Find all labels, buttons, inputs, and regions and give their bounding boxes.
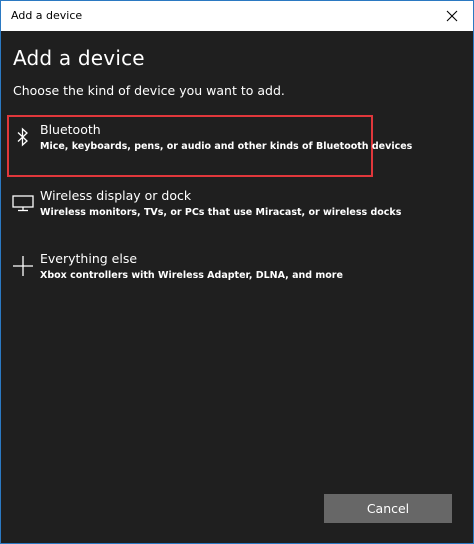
option-everything-else[interactable]: Everything else Xbox controllers with Wi… — [7, 244, 373, 306]
close-button[interactable] — [437, 4, 467, 28]
option-wireless-display[interactable]: Wireless display or dock Wireless monito… — [7, 181, 401, 243]
monitor-icon — [11, 191, 35, 215]
option-wireless-display-label: Wireless display or dock — [40, 188, 192, 203]
option-bluetooth-description: Mice, keyboards, pens, or audio and othe… — [40, 141, 413, 152]
option-bluetooth[interactable]: Bluetooth Mice, keyboards, pens, or audi… — [7, 115, 412, 177]
option-bluetooth-label: Bluetooth — [40, 122, 101, 137]
title-bar: Add a device — [1, 1, 473, 31]
plus-icon — [11, 254, 35, 278]
dialog-content: Add a device Choose the kind of device y… — [1, 31, 473, 543]
option-everything-else-description: Xbox controllers with Wireless Adapter, … — [40, 270, 343, 281]
close-icon — [446, 10, 458, 22]
option-everything-else-label: Everything else — [40, 251, 138, 266]
page-title: Add a device — [13, 46, 145, 70]
add-device-dialog: Add a device Add a device Choose the kin… — [0, 0, 474, 544]
page-subtitle: Choose the kind of device you want to ad… — [13, 83, 285, 98]
window-title: Add a device — [11, 9, 83, 22]
cancel-button[interactable]: Cancel — [324, 494, 452, 523]
bluetooth-icon — [11, 125, 35, 149]
option-wireless-display-description: Wireless monitors, TVs, or PCs that use … — [40, 207, 402, 218]
